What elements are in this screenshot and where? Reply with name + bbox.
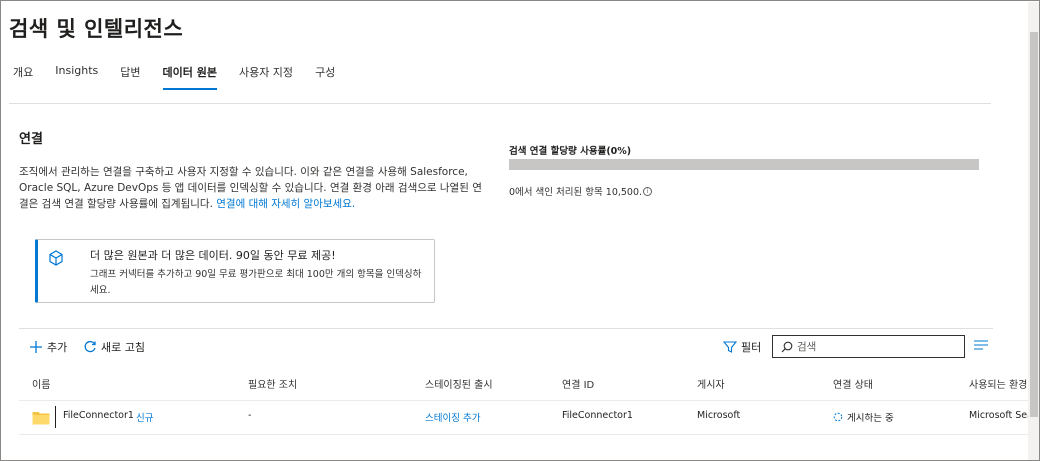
toolbar-divider [19,328,993,329]
list-view-icon[interactable] [973,339,989,351]
tab-insights[interactable]: Insights [55,64,98,90]
refresh-icon [84,340,96,353]
quota-title: 검색 연결 할당량 사용률(0%) [509,146,632,157]
add-icon [30,341,42,353]
column-header-status[interactable]: 연결 상태 [833,376,873,391]
quota-note: 0에서 색인 처리된 항목 10,500. i [509,184,653,198]
filter-button[interactable]: 필터 [723,339,761,355]
vertical-scrollbar[interactable] [1028,2,1039,460]
new-badge: 신규 [136,413,154,424]
column-header-experience[interactable]: 사용되는 환경 [969,376,1027,391]
refresh-label: 새로 고침 [101,341,145,354]
add-label: 추가 [47,341,68,354]
column-header-connection-id[interactable]: 연결 ID [562,376,594,391]
spinner-icon [833,412,843,422]
learn-more-link[interactable]: 연결에 대해 자세히 알아보세요. [216,198,355,210]
filter-label: 필터 [741,341,762,354]
tab-bar: 개요 Insights 답변 데이터 원본 사용자 지정 구성 [13,64,357,90]
tab-data-sources[interactable]: 데이터 원본 [162,64,217,90]
filter-icon [723,341,737,353]
search-input[interactable] [797,340,957,353]
tab-configurations[interactable]: 구성 [315,64,335,90]
column-header-action[interactable]: 필요한 조치 [248,376,297,391]
column-header-name[interactable]: 이름 [32,376,50,391]
connection-status: 게시하는 중 [833,410,894,424]
tab-answers[interactable]: 답변 [120,64,140,90]
connection-name[interactable]: FileConnector1 [63,410,134,421]
page-title: 검색 및 인텔리전스 [9,17,184,41]
promo-title: 더 많은 원본과 더 많은 데이터. 90일 동안 무료 제공! [90,249,336,262]
quota-note-text: 0에서 색인 처리된 항목 10,500. [509,187,643,198]
cube-icon [49,250,63,266]
search-icon [781,341,793,352]
column-header-publisher[interactable]: 게시자 [697,376,725,391]
scroll-thumb[interactable] [1030,32,1038,417]
tab-overview[interactable]: 개요 [13,64,33,90]
tabs-divider [9,103,991,104]
required-action: - [248,410,252,421]
publisher: Microsoft [697,410,741,421]
status-text: 게시하는 중 [847,413,894,424]
app-window: 검색 및 인텔리전스 개요 Insights 답변 데이터 원본 사용자 지정 … [0,0,1040,461]
column-header-staged[interactable]: 스테이징된 출시 [425,376,493,391]
connection-id: FileConnector1 [562,410,633,421]
tab-customizations[interactable]: 사용자 지정 [239,64,293,90]
connections-description: 조직에서 관리하는 연결을 구축하고 사용자 지정할 수 있습니다. 이와 같은… [19,164,489,212]
promo-card: 더 많은 원본과 더 많은 데이터. 90일 동안 무료 제공! 그래프 커넥터… [35,239,435,303]
info-icon[interactable]: i [643,186,653,196]
refresh-button[interactable]: 새로 고침 [83,339,145,355]
row-selection-indicator [55,406,56,428]
add-button[interactable]: 추가 [29,339,67,355]
promo-body: 그래프 커넥터를 추가하고 90일 무료 평가판으로 최대 100만 개의 항목… [90,269,422,296]
connections-title: 연결 [19,132,43,147]
add-staging-link[interactable]: 스테이징 추가 [425,410,480,424]
row-divider [19,434,1039,435]
search-box [772,335,965,358]
quota-progress-bar [509,159,979,170]
header-divider [19,400,1039,401]
folder-icon [32,412,50,425]
experience: Microsoft Sear [969,410,1037,421]
